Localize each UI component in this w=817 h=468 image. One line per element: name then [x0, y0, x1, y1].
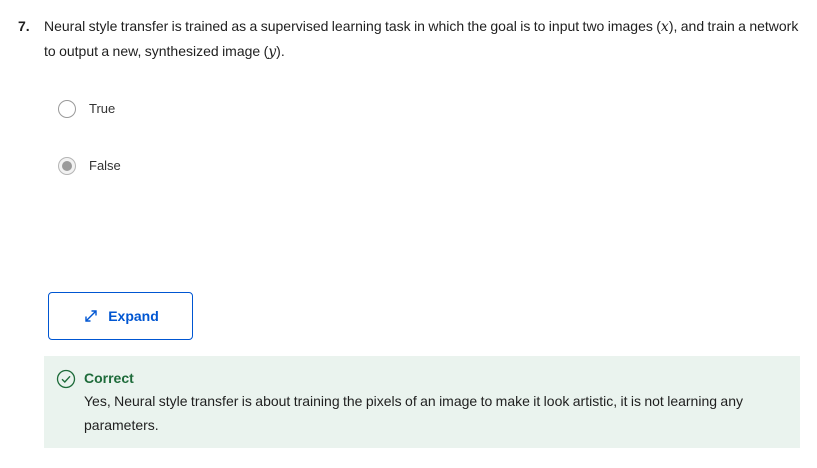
- radio-button-true[interactable]: [58, 100, 76, 118]
- question-text-part-1: Neural style transfer is trained as a su…: [44, 18, 661, 34]
- feedback-panel: Correct Yes, Neural style transfer is ab…: [44, 356, 800, 448]
- expand-button[interactable]: Expand: [48, 292, 193, 340]
- option-true[interactable]: True: [58, 99, 115, 119]
- option-label-false: False: [89, 158, 121, 173]
- feedback-status: Correct: [84, 370, 134, 386]
- question-text-part-3: ).: [276, 43, 285, 59]
- check-circle-icon: [56, 369, 76, 389]
- radio-selected-dot: [62, 161, 72, 171]
- math-variable-x: x: [660, 19, 669, 35]
- math-variable-y: y: [268, 44, 277, 60]
- option-label-true: True: [89, 101, 116, 116]
- option-false[interactable]: False: [58, 156, 121, 176]
- expand-button-label: Expand: [108, 308, 159, 324]
- expand-arrows-icon: [82, 307, 100, 325]
- radio-button-false[interactable]: [58, 157, 76, 175]
- question-number: 7.: [18, 18, 30, 34]
- question: 7. Neural style transfer is trained as a…: [18, 14, 803, 64]
- question-text: Neural style transfer is trained as a su…: [44, 14, 803, 64]
- feedback-message: Yes, Neural style transfer is about trai…: [84, 393, 743, 433]
